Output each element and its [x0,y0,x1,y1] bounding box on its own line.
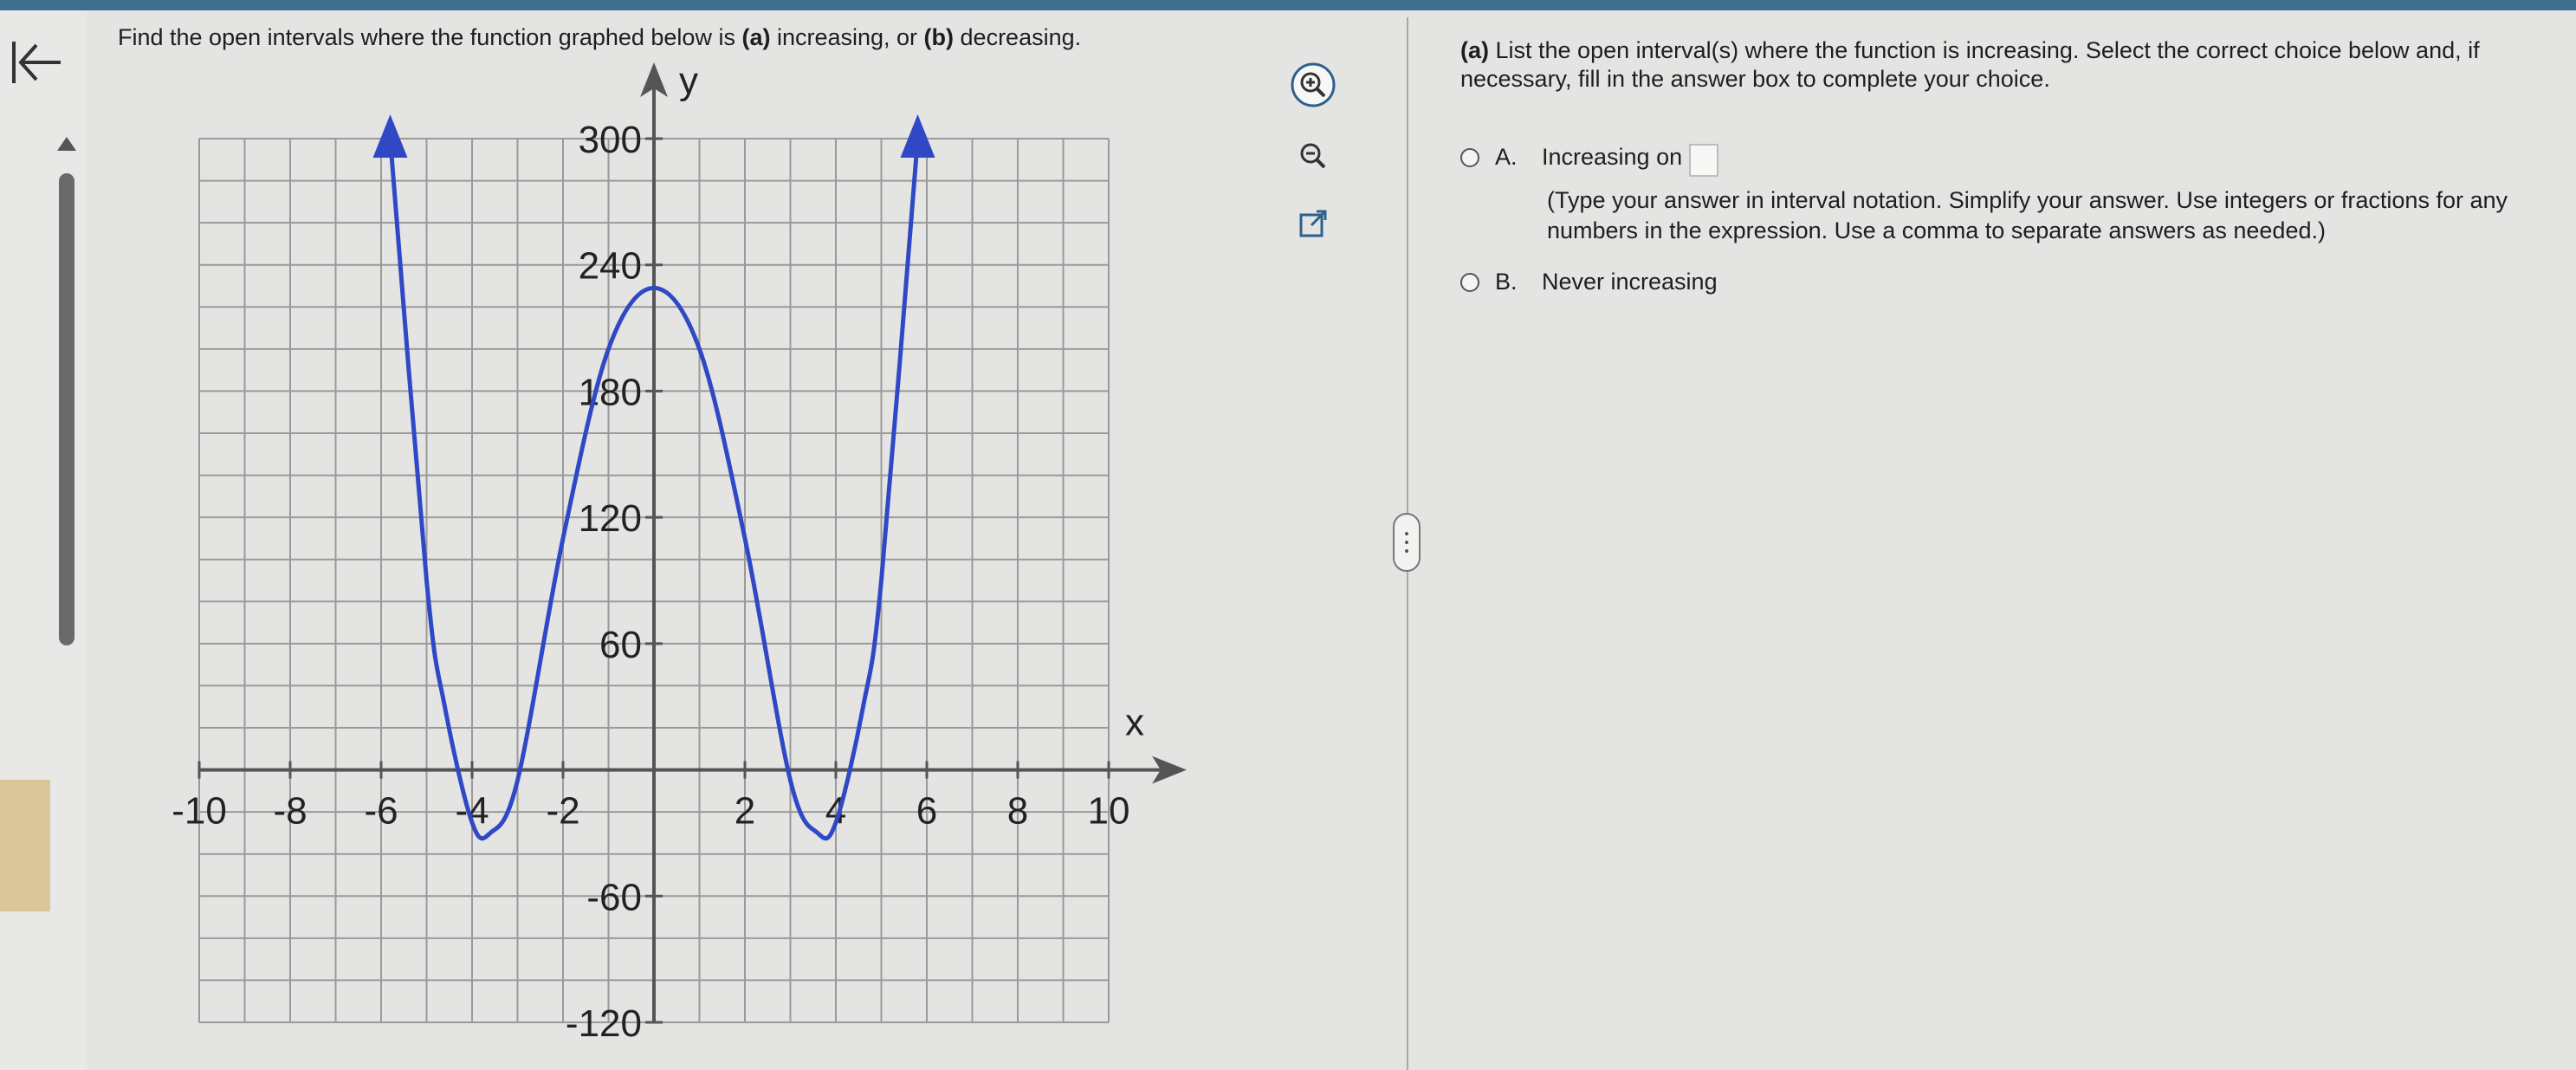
choice-b-label: Never increasing [1542,269,1718,295]
question-part-a: (a) [741,24,771,50]
popout-icon[interactable] [1291,201,1336,246]
answer-input-box[interactable] [1689,144,1719,177]
choice-a[interactable]: A. Increasing on [1460,144,1719,177]
function-graph: -10 -8 -6 -4 -2 2 4 6 8 10 300 240 180 120 60 -60 -120 x y [156,61,1204,1066]
question-text-before: Find the open intervals where the functi… [118,24,742,50]
part-a-label: (a) [1460,37,1489,63]
question-text: Find the open intervals where the functi… [118,24,1081,51]
choice-b-letter: B. [1495,269,1518,295]
part-a-instruction: List the open interval(s) where the func… [1460,37,2480,92]
x-tick-label: 8 [1007,790,1028,833]
choice-a-label: Increasing on [1542,144,1683,170]
x-axis-label: x [1125,702,1144,744]
part-a-prompt: (a) List the open interval(s) where the … [1460,36,2543,94]
graph-svg: -10 -8 -6 -4 -2 2 4 6 8 1030024018012060-60-120xy [172,61,1187,1045]
panel-resize-handle[interactable] [1393,513,1421,572]
curve-arrow-right [900,114,935,158]
collapse-arrow-icon[interactable] [9,35,64,90]
y-tick-label: 120 [579,497,642,540]
x-tick-label: 6 [916,790,937,833]
x-tick-label: -2 [546,790,579,833]
choice-a-letter: A. [1495,144,1518,170]
question-part-b: (b) [923,24,955,50]
scroll-up-arrow-icon[interactable] [57,137,76,151]
x-tick-label: 2 [735,790,755,833]
y-tick-label: 240 [579,245,642,288]
scrollbar-thumb[interactable] [59,173,74,645]
y-axis-label: y [679,61,698,102]
x-tick-label: -8 [273,790,307,833]
y-tick-label: 300 [579,119,642,161]
y-tick-label: -120 [566,1002,642,1045]
choice-a-hint: (Type your answer in interval notation. … [1547,187,2508,243]
choice-a-radio[interactable] [1460,148,1479,167]
side-tab[interactable] [0,780,50,911]
x-tick-label: 10 [1088,790,1130,833]
question-text-mid2: decreasing. [954,24,1082,50]
y-tick-label: -60 [586,876,642,918]
question-text-mid1: increasing, or [770,24,924,50]
y-tick-label: 60 [599,624,642,666]
x-tick-label: -6 [364,790,398,833]
x-tick-label: -10 [172,790,227,833]
top-bar [0,0,2576,10]
y-tick-label: 180 [579,371,642,413]
choice-b-radio[interactable] [1460,273,1479,292]
zoom-in-icon[interactable] [1291,62,1336,107]
curve-arrow-left [372,114,408,158]
zoom-out-icon[interactable] [1291,133,1336,178]
choice-b[interactable]: B. Never increasing [1460,269,1718,295]
